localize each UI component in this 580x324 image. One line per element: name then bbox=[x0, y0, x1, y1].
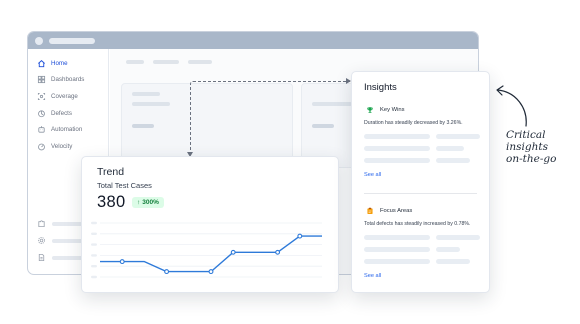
change-value: 300% bbox=[142, 199, 159, 206]
annotation-line: insights bbox=[506, 141, 548, 153]
breadcrumb-placeholder bbox=[126, 60, 144, 64]
sidebar-item-velocity[interactable]: Velocity bbox=[28, 138, 108, 155]
sidebar-item-automation[interactable]: Automation bbox=[28, 121, 108, 138]
change-badge: ↑ 300% bbox=[132, 197, 164, 208]
key-wins-see-all-link[interactable]: See all bbox=[364, 172, 381, 178]
data-point[interactable] bbox=[164, 269, 170, 275]
placeholder-bar bbox=[436, 158, 470, 163]
section-heading: Focus Areas bbox=[380, 208, 413, 214]
placeholder-bar bbox=[364, 247, 430, 252]
breadcrumb-placeholder bbox=[188, 60, 212, 64]
data-point[interactable] bbox=[230, 249, 236, 255]
placeholder-bar bbox=[132, 124, 154, 128]
trend-title: Trend bbox=[97, 166, 125, 178]
trend-value: 380 bbox=[97, 193, 126, 211]
stage: Home Dashboards Coverage Defects Automat… bbox=[0, 0, 580, 324]
document-icon bbox=[37, 253, 46, 262]
sidebar-item-home[interactable]: Home bbox=[28, 55, 108, 72]
data-point[interactable] bbox=[297, 233, 303, 239]
insights-card: Insights Key Wins Duration has steadily … bbox=[351, 71, 490, 293]
placeholder-bar bbox=[436, 247, 460, 252]
gear-icon bbox=[37, 236, 46, 245]
sidebar-item-label: Automation bbox=[51, 126, 83, 134]
sidebar-item-label: Defects bbox=[51, 109, 72, 117]
dashboard-icon bbox=[37, 75, 46, 84]
arrow-up-icon: ↑ bbox=[137, 199, 141, 206]
tick-placeholder bbox=[91, 232, 97, 235]
focus-areas-text: Total defects has steadily increased by … bbox=[364, 221, 471, 227]
trend-subtitle: Total Test Cases bbox=[97, 181, 152, 190]
sidebar-item-label: Dashboards bbox=[51, 76, 85, 84]
placeholder-bar bbox=[364, 259, 430, 264]
data-point[interactable] bbox=[119, 259, 125, 265]
sidebar-item-label: Coverage bbox=[51, 92, 78, 100]
annotation-line: Critical bbox=[506, 129, 546, 141]
placeholder-bar bbox=[436, 146, 464, 151]
annotation-arrow bbox=[496, 85, 527, 127]
home-icon bbox=[37, 59, 46, 68]
sidebar-item-dashboards[interactable]: Dashboards bbox=[28, 72, 108, 89]
coverage-icon bbox=[37, 92, 46, 101]
title-placeholder bbox=[49, 37, 95, 44]
velocity-icon bbox=[37, 142, 46, 151]
tick-placeholder bbox=[91, 265, 97, 268]
automation-icon bbox=[37, 125, 46, 134]
window-dot bbox=[35, 36, 43, 45]
data-point[interactable] bbox=[275, 249, 281, 255]
insights-title: Insights bbox=[364, 82, 397, 93]
placeholder-bar bbox=[364, 235, 430, 240]
data-point[interactable] bbox=[208, 269, 214, 275]
clipboard-icon bbox=[366, 207, 374, 215]
trend-chart bbox=[91, 221, 322, 279]
key-wins-heading: Key Wins bbox=[366, 106, 404, 114]
section-heading: Key Wins bbox=[380, 107, 405, 113]
trend-card[interactable]: Trend Total Test Cases 380 ↑ 300% bbox=[81, 156, 339, 293]
placeholder-bar bbox=[436, 259, 470, 264]
sidebar-item-defects[interactable]: Defects bbox=[28, 105, 108, 122]
puzzle-icon bbox=[37, 219, 46, 228]
sidebar-item-label: Velocity bbox=[51, 142, 73, 150]
focus-areas-see-all-link[interactable]: See all bbox=[364, 273, 381, 279]
breadcrumb bbox=[126, 60, 212, 64]
focus-areas-heading: Focus Areas bbox=[366, 207, 412, 215]
tick-placeholder bbox=[91, 243, 97, 246]
annotation-line: on-the-go bbox=[506, 153, 557, 165]
tick-placeholder bbox=[91, 221, 97, 225]
key-wins-text: Duration has steadily decreased by 3.26%… bbox=[364, 120, 463, 126]
placeholder-bar bbox=[364, 158, 430, 163]
tick-placeholder bbox=[91, 254, 97, 257]
defects-icon bbox=[37, 109, 46, 118]
tick-placeholder bbox=[91, 275, 97, 279]
breadcrumb-placeholder bbox=[153, 60, 179, 64]
placeholder-bar bbox=[364, 146, 430, 151]
sidebar-item-label: Home bbox=[51, 59, 68, 67]
placeholder-bar bbox=[132, 92, 160, 96]
dashed-connector bbox=[190, 81, 350, 157]
annotation-text: Critical insights on-the-go bbox=[506, 129, 556, 165]
placeholder-bar bbox=[436, 235, 480, 240]
placeholder-bar bbox=[132, 102, 170, 106]
placeholder-bar bbox=[364, 134, 430, 139]
placeholder-bar bbox=[436, 134, 480, 139]
trophy-icon bbox=[366, 106, 374, 114]
divider bbox=[364, 193, 477, 194]
sidebar-item-coverage[interactable]: Coverage bbox=[28, 88, 108, 105]
title-bar bbox=[28, 32, 478, 49]
